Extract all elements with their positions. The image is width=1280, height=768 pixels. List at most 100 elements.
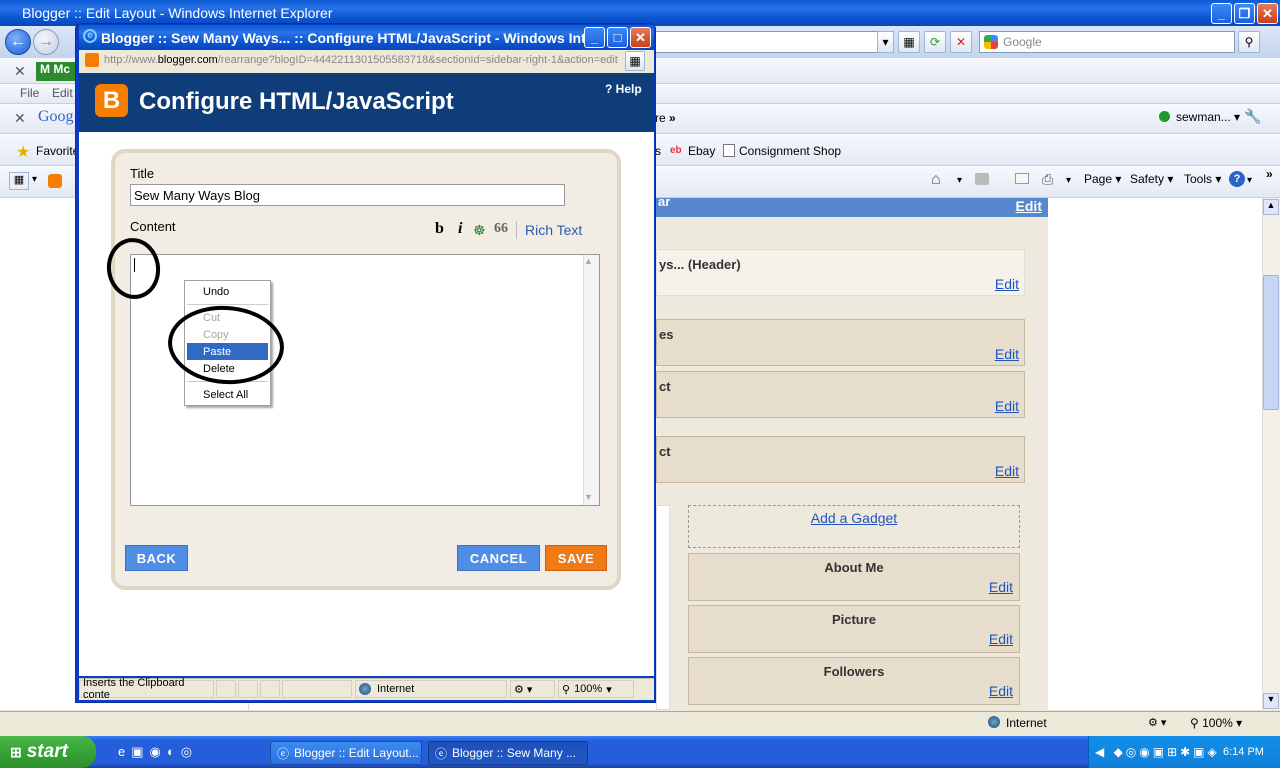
- cancel-button[interactable]: CANCEL: [457, 545, 540, 571]
- status-cell: [260, 680, 280, 698]
- address-bar[interactable]: [655, 31, 894, 53]
- content-scrollbar[interactable]: [583, 255, 599, 505]
- page-menu[interactable]: Page ▾: [1084, 172, 1121, 186]
- favorites-label[interactable]: Favorite: [36, 144, 79, 158]
- quick-launch-icons[interactable]: e▣◉◐◎: [118, 744, 198, 760]
- home-icon[interactable]: ⌂: [931, 171, 941, 189]
- gadget-item: ct Edit: [656, 371, 1025, 418]
- scroll-thumb[interactable]: [1263, 275, 1279, 410]
- popup-zoom-control[interactable]: ⚲ 100% ▾: [558, 680, 634, 698]
- taskbar-item-sew-many[interactable]: ⓔ Blogger :: Sew Many ...: [428, 741, 588, 765]
- status-cell: [238, 680, 258, 698]
- layout-section-edit-link[interactable]: Edit: [1016, 198, 1042, 214]
- command-bar-overflow-icon[interactable]: »: [1266, 167, 1273, 181]
- menu-file[interactable]: File: [20, 86, 39, 100]
- italic-button[interactable]: i: [458, 220, 462, 238]
- taskbar-item-label: Blogger :: Sew Many ...: [452, 746, 577, 760]
- home-dropdown-icon[interactable]: ▾: [957, 175, 962, 186]
- save-button[interactable]: SAVE: [545, 545, 607, 571]
- links-overflow[interactable]: re »: [655, 111, 676, 125]
- favorites-star-icon[interactable]: ★: [16, 142, 30, 162]
- gadget-edit-link[interactable]: Edit: [995, 463, 1019, 479]
- page-icon: [723, 144, 735, 157]
- compat-view-icon[interactable]: ▦: [898, 31, 920, 53]
- search-input[interactable]: Google: [979, 31, 1235, 53]
- quick-tabs-icon[interactable]: ▦: [9, 172, 29, 190]
- tab-list-dropdown-icon[interactable]: ▾: [32, 174, 37, 185]
- add-gadget-box[interactable]: Add a Gadget: [688, 505, 1020, 548]
- forward-icon[interactable]: →: [33, 29, 59, 55]
- link-icon[interactable]: ☸: [473, 222, 486, 239]
- globe-icon: [988, 716, 1000, 728]
- gadget-about-me: About Me Edit: [688, 553, 1020, 601]
- main-column-edge: [656, 505, 670, 710]
- popup-minimize-button[interactable]: _: [584, 27, 605, 48]
- help-dropdown-icon[interactable]: ▾: [1247, 175, 1252, 186]
- gadget-edit-link[interactable]: Edit: [995, 276, 1019, 292]
- stop-icon[interactable]: ✕: [950, 31, 972, 53]
- tray-icons[interactable]: ◀ ◆◎◉▣⊞✱▣◈: [1095, 745, 1220, 759]
- blogger-tab-icon[interactable]: [48, 174, 62, 188]
- start-button[interactable]: ⊞ start: [0, 736, 96, 768]
- minimize-button[interactable]: _: [1211, 3, 1232, 24]
- print-dropdown-icon[interactable]: ▾: [1066, 175, 1071, 186]
- main-window-title: Blogger :: Edit Layout - Windows Interne…: [22, 5, 333, 21]
- wrench-icon[interactable]: 🔧: [1244, 108, 1261, 125]
- favorites-link-consignment[interactable]: Consignment Shop: [739, 144, 841, 158]
- back-icon[interactable]: ←: [5, 29, 31, 55]
- gadget-edit-link[interactable]: Edit: [995, 398, 1019, 414]
- menu-item-undo[interactable]: Undo: [185, 283, 270, 300]
- tools-menu[interactable]: Tools ▾: [1184, 172, 1221, 186]
- gadget-followers: Followers Edit: [688, 657, 1020, 705]
- close-google-toolbar-icon[interactable]: ✕: [14, 110, 26, 127]
- popup-close-button[interactable]: ✕: [630, 27, 651, 48]
- popup-protected-mode-icon[interactable]: ⚙ ▾: [510, 680, 555, 698]
- address-dropdown-icon[interactable]: ▾: [877, 31, 894, 53]
- scroll-down-icon[interactable]: ▼: [1263, 693, 1279, 709]
- gadget-edit-link[interactable]: Edit: [989, 683, 1013, 699]
- menu-item-select-all[interactable]: Select All: [185, 386, 270, 403]
- add-gadget-link[interactable]: Add a Gadget: [811, 510, 897, 526]
- title-field[interactable]: Sew Many Ways Blog: [130, 184, 565, 206]
- popup-maximize-button[interactable]: □: [607, 27, 628, 48]
- gadget-edit-link[interactable]: Edit: [989, 579, 1013, 595]
- popup-zone: Internet: [355, 680, 507, 698]
- main-zoom-control[interactable]: ⚲ 100% ▾: [1190, 716, 1242, 730]
- help-icon[interactable]: ?: [1229, 171, 1245, 187]
- popup-compat-icon[interactable]: ▦: [625, 51, 645, 71]
- menu-edit[interactable]: Edit: [52, 86, 73, 100]
- popup-url[interactable]: http://www.blogger.com/rearrange?blogID=…: [104, 54, 619, 66]
- gadget-edit-link[interactable]: Edit: [989, 631, 1013, 647]
- gadget-item: es Edit: [656, 319, 1025, 366]
- search-icon[interactable]: ⚲: [1238, 31, 1260, 53]
- bold-button[interactable]: b: [435, 220, 444, 238]
- content-scroll-down-icon[interactable]: ▼: [584, 492, 593, 502]
- status-dot-icon: [1159, 111, 1170, 122]
- mcafee-icon[interactable]: M Mc: [36, 62, 80, 81]
- back-button[interactable]: BACK: [125, 545, 188, 571]
- safety-menu-label: Safety: [1130, 172, 1165, 186]
- feeds-icon[interactable]: [975, 173, 989, 185]
- start-label: start: [26, 741, 68, 762]
- blockquote-button[interactable]: 66: [494, 221, 508, 237]
- rich-text-link[interactable]: Rich Text: [525, 222, 582, 238]
- restore-button[interactable]: ❐: [1234, 3, 1255, 24]
- favorites-link-ebay[interactable]: Ebay: [688, 144, 715, 158]
- refresh-icon[interactable]: ⟳: [924, 31, 946, 53]
- close-button[interactable]: ✕: [1257, 3, 1278, 24]
- gadget-item: ct Edit: [656, 436, 1025, 483]
- user-account-menu[interactable]: sewman... ▾: [1176, 110, 1240, 124]
- url-domain: blogger.com: [157, 54, 218, 66]
- print-icon[interactable]: ⎙: [1042, 171, 1053, 188]
- gadget-label: ys... (Header): [659, 257, 741, 272]
- content-scroll-up-icon[interactable]: ▲: [584, 256, 593, 266]
- close-toolbar-icon[interactable]: ✕: [14, 63, 26, 80]
- taskbar-item-edit-layout[interactable]: ⓔ Blogger :: Edit Layout...: [270, 741, 422, 765]
- mail-icon[interactable]: [1015, 173, 1029, 184]
- scroll-up-icon[interactable]: ▲: [1263, 199, 1279, 215]
- gadget-edit-link[interactable]: Edit: [995, 346, 1019, 362]
- protected-mode-icon[interactable]: ⚙ ▾: [1148, 716, 1166, 729]
- safety-menu[interactable]: Safety ▾: [1130, 172, 1173, 186]
- taskbar-item-label: Blogger :: Edit Layout...: [294, 746, 419, 760]
- help-link[interactable]: ? Help: [605, 82, 642, 96]
